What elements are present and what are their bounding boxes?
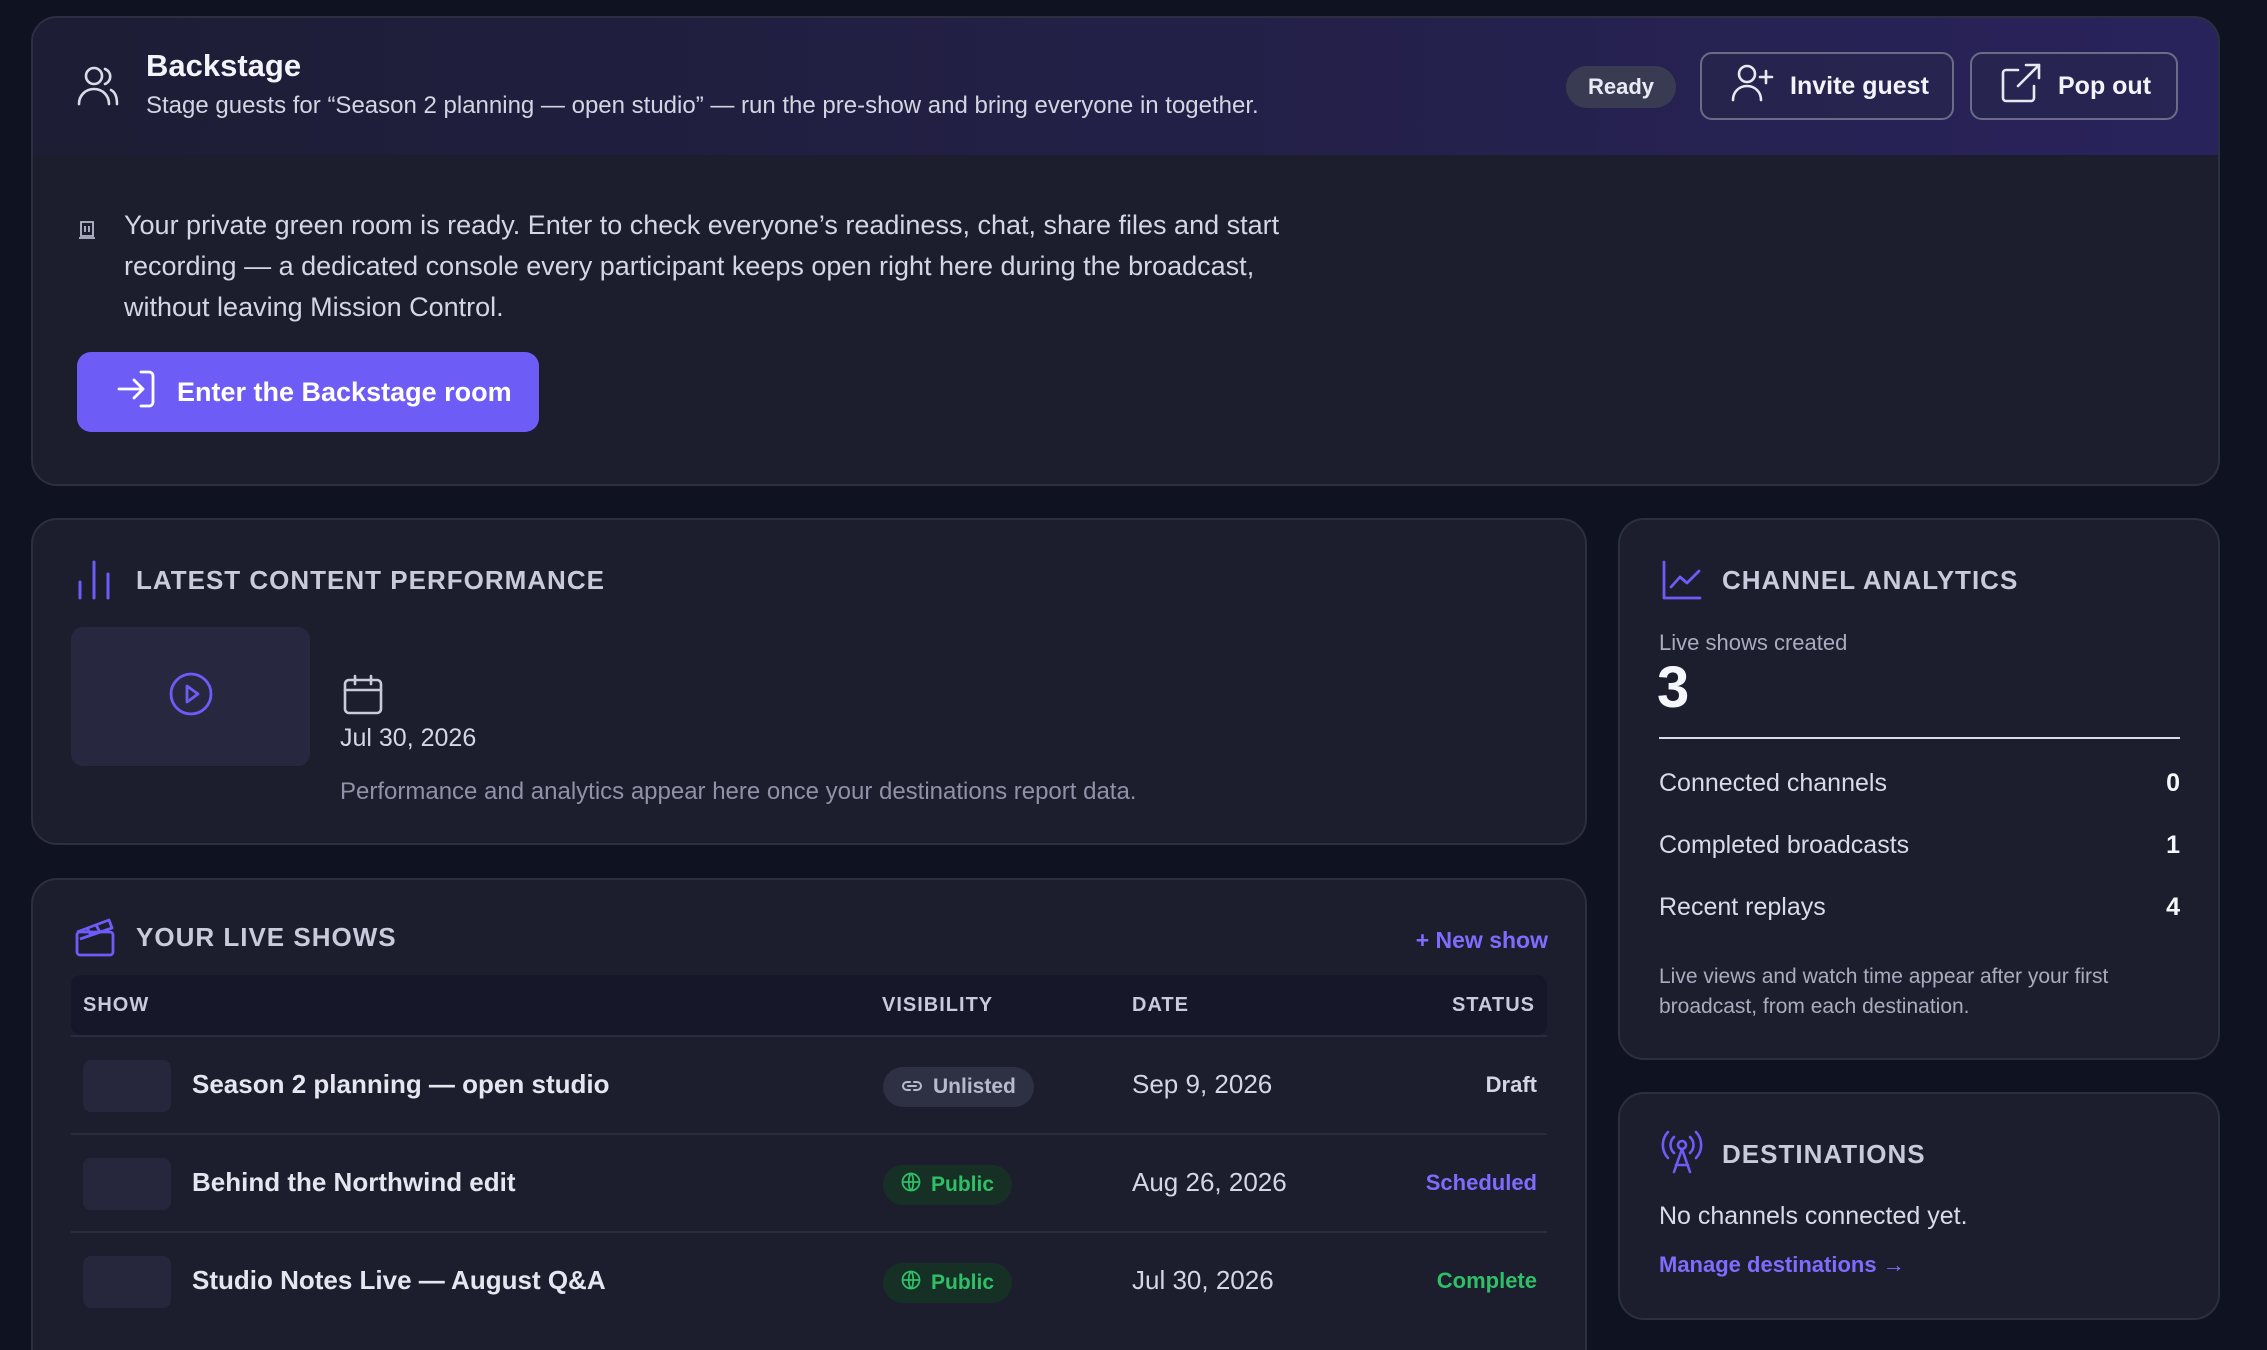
live-shows-created-value: 3 <box>1657 655 1690 720</box>
column-visibility[interactable]: VISIBILITY <box>882 994 993 1017</box>
show-name[interactable]: Studio Notes Live — August Q&A <box>192 1265 606 1296</box>
globe-icon <box>901 1270 921 1296</box>
column-date[interactable]: DATE <box>1132 994 1189 1017</box>
destinations-empty-text: No channels connected yet. <box>1659 1202 1968 1230</box>
show-date: Aug 26, 2026 <box>1132 1167 1287 1197</box>
user-plus-icon <box>1730 63 1774 110</box>
backstage-header: Backstage Stage guests for “Season 2 pla… <box>33 18 2218 155</box>
show-date: Jul 30, 2026 <box>1132 1265 1274 1295</box>
channel-analytics-title: CHANNEL ANALYTICS <box>1722 565 2019 595</box>
live-shows-title: YOUR LIVE SHOWS <box>136 922 397 952</box>
visibility-badge: Public <box>883 1165 1013 1205</box>
pop-out-button[interactable]: Pop out <box>1970 52 2178 120</box>
broadcast-tower-icon <box>1659 1128 1705 1179</box>
enter-backstage-label: Enter the Backstage room <box>177 376 512 407</box>
destinations-panel: DESTINATIONS No channels connected yet. … <box>1618 1092 2220 1320</box>
external-link-icon <box>2000 62 2042 111</box>
sign-in-icon <box>115 368 157 417</box>
content-date: Jul 30, 2026 <box>340 724 477 752</box>
channel-analytics-panel: CHANNEL ANALYTICS Live shows created 3 C… <box>1618 518 2220 1060</box>
invite-guest-label: Invite guest <box>1790 71 1929 100</box>
column-status[interactable]: STATUS <box>1452 994 1535 1017</box>
show-thumbnail <box>83 1256 171 1308</box>
backstage-title: Backstage <box>146 48 302 83</box>
table-header: SHOW VISIBILITY DATE STATUS <box>71 975 1547 1035</box>
backstage-panel: Backstage Stage guests for “Season 2 pla… <box>31 16 2220 486</box>
visibility-badge: Public <box>883 1263 1013 1303</box>
ready-status-badge: Ready <box>1566 66 1676 108</box>
latest-content-panel: LATEST CONTENT PERFORMANCE Jul 30, 2026 … <box>31 518 1587 845</box>
pop-out-label: Pop out <box>2058 71 2152 100</box>
calendar-icon <box>342 674 384 721</box>
table-row[interactable]: Behind the Northwind edit Public Aug 26,… <box>71 1133 1547 1231</box>
latest-content-title: LATEST CONTENT PERFORMANCE <box>136 565 605 595</box>
analytics-note: Live views and watch time appear after y… <box>1659 965 2109 1018</box>
bar-chart-icon <box>76 560 116 605</box>
content-thumbnail[interactable] <box>71 627 310 766</box>
status-badge: Complete <box>1436 1268 1537 1293</box>
people-icon <box>75 64 121 113</box>
table-row[interactable]: Season 2 planning — open studio Unlisted… <box>71 1035 1547 1133</box>
play-icon <box>168 671 214 722</box>
live-shows-panel: YOUR LIVE SHOWS + New show SHOW VISIBILI… <box>31 878 1587 1350</box>
manage-destinations-link[interactable]: Manage destinations → <box>1659 1252 1905 1278</box>
clapperboard-icon <box>74 916 116 963</box>
table-row[interactable]: Studio Notes Live — August Q&A Public Ju… <box>71 1231 1547 1329</box>
invite-guest-button[interactable]: Invite guest <box>1700 52 1954 120</box>
status-badge: Draft <box>1485 1072 1537 1097</box>
new-show-button[interactable]: + New show <box>1416 927 1548 954</box>
show-thumbnail <box>83 1158 171 1210</box>
backstage-subtitle: Stage guests for “Season 2 planning — op… <box>146 92 1259 119</box>
info-icon <box>77 218 97 245</box>
show-name[interactable]: Behind the Northwind edit <box>192 1167 516 1198</box>
globe-icon <box>901 1172 921 1198</box>
visibility-badge: Unlisted <box>883 1067 1034 1107</box>
link-icon <box>901 1075 923 1099</box>
stat-completed-broadcasts: Completed broadcasts 1 <box>1659 831 2180 859</box>
backstage-description: Your private green room is ready. Enter … <box>124 210 1280 322</box>
show-thumbnail <box>83 1060 171 1112</box>
destinations-title: DESTINATIONS <box>1722 1139 1926 1169</box>
line-chart-icon <box>1661 559 1703 606</box>
stat-recent-replays: Recent replays 4 <box>1659 893 2180 921</box>
divider <box>1659 737 2180 739</box>
column-show[interactable]: SHOW <box>83 994 149 1017</box>
show-date: Sep 9, 2026 <box>1132 1069 1273 1099</box>
status-badge: Scheduled <box>1425 1170 1537 1195</box>
content-performance-note: Performance and analytics appear here on… <box>340 778 1137 805</box>
enter-backstage-button[interactable]: Enter the Backstage room <box>77 352 539 432</box>
show-name[interactable]: Season 2 planning — open studio <box>192 1069 609 1100</box>
stat-connected-channels: Connected channels 0 <box>1659 769 2180 797</box>
live-shows-created-label: Live shows created <box>1659 630 1848 655</box>
